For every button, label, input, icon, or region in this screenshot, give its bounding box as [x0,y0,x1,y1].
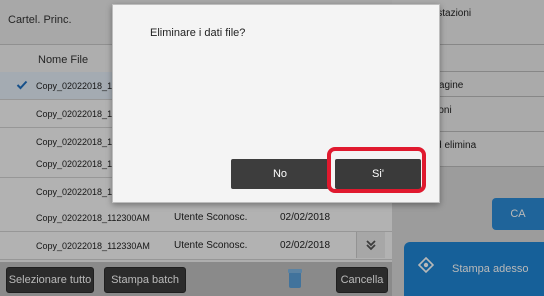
delete-confirm-dialog: Eliminare i dati file? No Si' [112,4,440,203]
highlight-ring [327,147,426,193]
dialog-message: Eliminare i dati file? [150,27,246,39]
no-button[interactable]: No [231,159,329,189]
